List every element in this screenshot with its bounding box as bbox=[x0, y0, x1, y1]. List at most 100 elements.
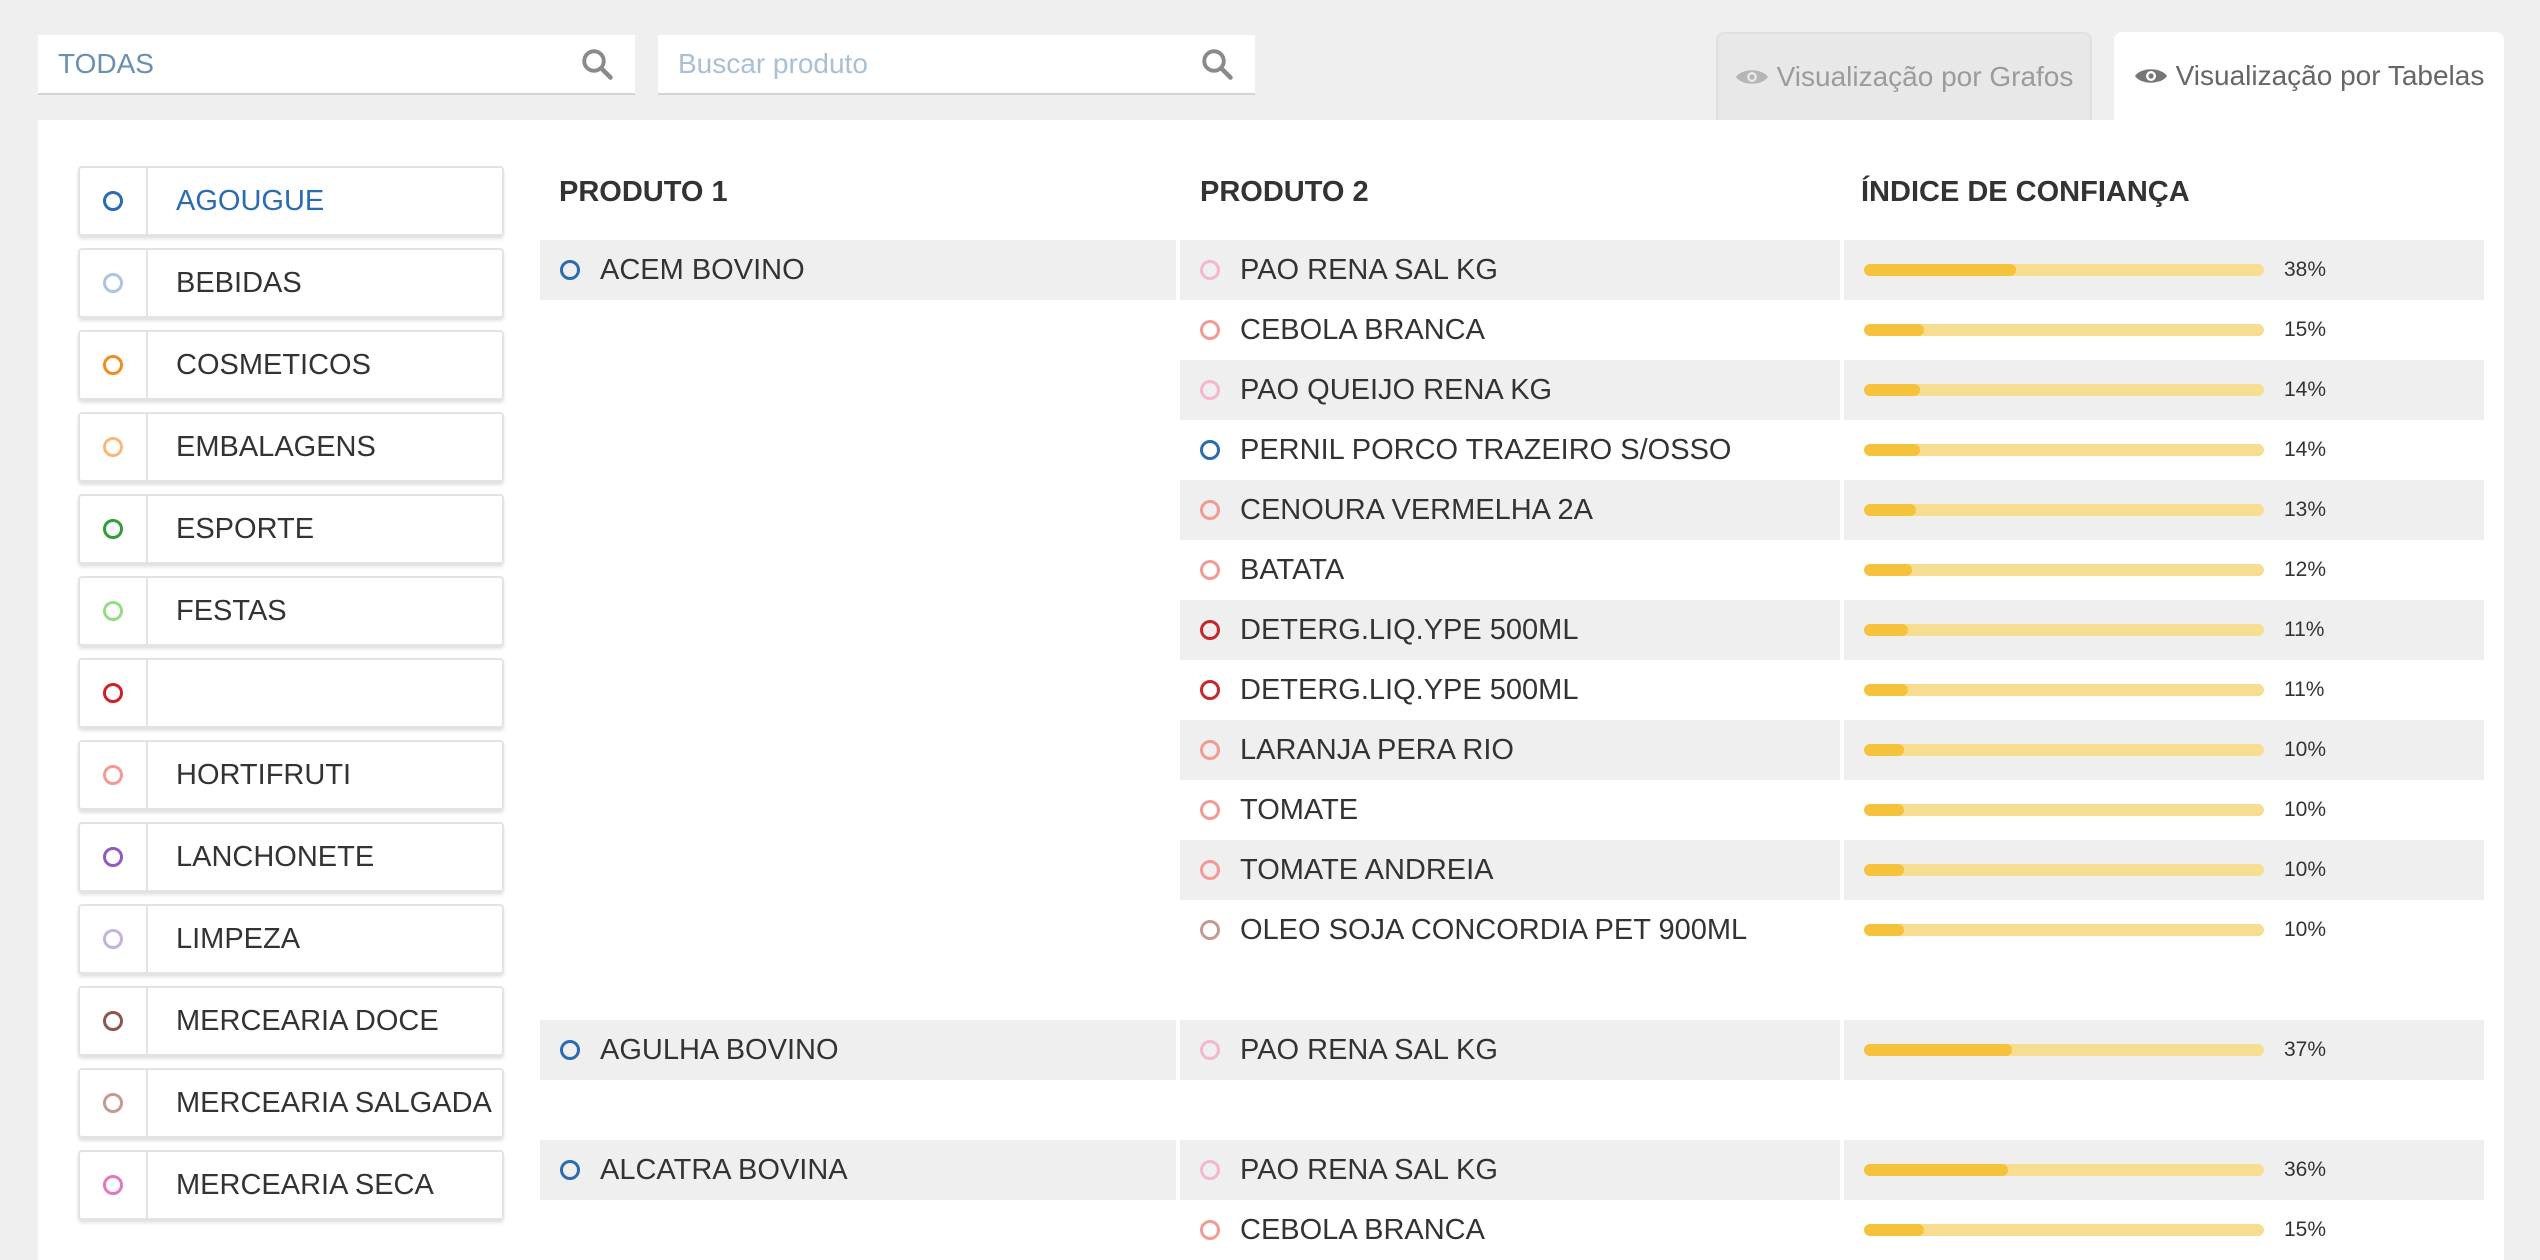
search-icon[interactable] bbox=[1199, 46, 1235, 82]
produto2-cell[interactable]: TOMATE bbox=[1180, 780, 1840, 840]
produto2-cell[interactable]: CEBOLA BRANCA bbox=[1180, 300, 1840, 360]
produto2-cell[interactable]: BATATA bbox=[1180, 540, 1840, 600]
circle-icon bbox=[1200, 800, 1220, 820]
category-label: HORTIFRUTI bbox=[176, 758, 352, 791]
category-item[interactable]: MERCEARIA SALGADA bbox=[78, 1068, 504, 1138]
produto2-name: CEBOLA BRANCA bbox=[1240, 313, 1485, 346]
produto2-cell[interactable]: DETERG.LIQ.YPE 500ML bbox=[1180, 600, 1840, 660]
confidence-bar bbox=[1864, 1044, 2264, 1056]
produto2-cell[interactable]: PERNIL PORCO TRAZEIRO S/OSSO bbox=[1180, 420, 1840, 480]
confidence-bar-fill bbox=[1864, 324, 1924, 336]
circle-icon bbox=[103, 437, 123, 457]
category-item[interactable]: AGOUGUE bbox=[78, 166, 504, 236]
table-row: PAO QUEIJO RENA KG 14% bbox=[540, 360, 2484, 420]
confidence-value: 36% bbox=[2284, 1158, 2327, 1181]
produto2-name: OLEO SOJA CONCORDIA PET 900ML bbox=[1240, 913, 1748, 946]
category-color-cell bbox=[80, 168, 148, 234]
confidence-value: 12% bbox=[2284, 558, 2327, 581]
produto2-cell[interactable]: LARANJA PERA RIO bbox=[1180, 720, 1840, 780]
produto1-name: AGULHA BOVINO bbox=[600, 1033, 839, 1066]
circle-icon bbox=[103, 1093, 123, 1113]
category-item[interactable]: FESTAS bbox=[78, 576, 504, 646]
confidence-bar-fill bbox=[1864, 864, 1904, 876]
confidence-cell: 15% bbox=[1844, 1200, 2484, 1260]
confidence-bar bbox=[1864, 804, 2264, 816]
category-list: AGOUGUE BEBIDAS COSMETICOS EMBALAGENS ESPORT… bbox=[78, 166, 504, 1232]
category-item[interactable]: BEBIDAS bbox=[78, 248, 504, 318]
produto2-name: DETERG.LIQ.YPE 500ML bbox=[1240, 613, 1579, 646]
category-item[interactable]: EMBALAGENS bbox=[78, 412, 504, 482]
produto2-cell[interactable]: TOMATE ANDREIA bbox=[1180, 840, 1840, 900]
produto2-cell[interactable]: CENOURA VERMELHA 2A bbox=[1180, 480, 1840, 540]
confidence-bar-fill bbox=[1864, 1164, 2008, 1176]
category-item[interactable]: LANCHONETE bbox=[78, 822, 504, 892]
produto2-cell[interactable]: PAO QUEIJO RENA KG bbox=[1180, 360, 1840, 420]
produto2-cell[interactable]: PAO RENA SAL KG bbox=[1180, 1140, 1840, 1200]
circle-icon bbox=[1200, 560, 1220, 580]
confidence-cell: 11% bbox=[1844, 660, 2484, 720]
produto2-name: PAO RENA SAL KG bbox=[1240, 1153, 1498, 1186]
confidence-bar-fill bbox=[1864, 924, 1904, 936]
category-item[interactable]: HORTIFRUTI bbox=[78, 740, 504, 810]
category-color-cell bbox=[80, 1070, 148, 1136]
category-color-cell bbox=[80, 332, 148, 398]
confidence-cell: 38% bbox=[1844, 240, 2484, 300]
tab-table-label: Visualização por Tabelas bbox=[2175, 60, 2485, 91]
circle-icon bbox=[560, 1160, 580, 1180]
confidence-bar-fill bbox=[1864, 804, 1904, 816]
produto1-cell[interactable]: ALCATRA BOVINA bbox=[540, 1140, 1176, 1200]
association-table: ACEM BOVINO PAO RENA SAL KG 38% CEBOLA BRAN… bbox=[540, 240, 2484, 1260]
circle-icon bbox=[1200, 1160, 1220, 1180]
table-row: CEBOLA BRANCA 15% bbox=[540, 300, 2484, 360]
category-item[interactable]: ESPORTE bbox=[78, 494, 504, 564]
category-label: LIMPEZA bbox=[176, 922, 301, 955]
product-search-input[interactable]: Buscar produto bbox=[658, 35, 1255, 95]
confidence-value: 10% bbox=[2284, 918, 2327, 941]
header-produto2: PRODUTO 2 bbox=[1200, 176, 1369, 208]
confidence-bar-fill bbox=[1864, 504, 1916, 516]
confidence-cell: 10% bbox=[1844, 900, 2484, 960]
circle-icon bbox=[103, 273, 123, 293]
produto2-name: CEBOLA BRANCA bbox=[1240, 1213, 1485, 1246]
produto2-cell[interactable]: PAO RENA SAL KG bbox=[1180, 1020, 1840, 1080]
category-item[interactable]: MERCEARIA DOCE bbox=[78, 986, 504, 1056]
confidence-value: 14% bbox=[2284, 438, 2327, 461]
table-row: LARANJA PERA RIO 10% bbox=[540, 720, 2484, 780]
tab-table-view[interactable]: Visualização por Tabelas bbox=[2114, 32, 2504, 120]
produto2-cell[interactable]: CEBOLA BRANCA bbox=[1180, 1200, 1840, 1260]
circle-icon bbox=[1200, 500, 1220, 520]
tab-graph-view[interactable]: Visualização por Grafos bbox=[1716, 32, 2092, 120]
circle-icon bbox=[103, 191, 123, 211]
category-item[interactable]: LIMPEZA bbox=[78, 904, 504, 974]
confidence-cell: 14% bbox=[1844, 420, 2484, 480]
category-item[interactable]: COSMETICOS bbox=[78, 330, 504, 400]
category-color-cell bbox=[80, 578, 148, 644]
confidence-bar bbox=[1864, 264, 2264, 276]
category-label: LANCHONETE bbox=[176, 840, 375, 873]
category-color-cell bbox=[80, 414, 148, 480]
category-item[interactable] bbox=[78, 658, 504, 728]
produto2-cell[interactable]: OLEO SOJA CONCORDIA PET 900ML bbox=[1180, 900, 1840, 960]
category-label: COSMETICOS bbox=[176, 348, 371, 381]
produto2-name: DETERG.LIQ.YPE 500ML bbox=[1240, 673, 1579, 706]
produto1-cell[interactable]: AGULHA BOVINO bbox=[540, 1020, 1176, 1080]
category-color-cell bbox=[80, 660, 148, 726]
circle-icon bbox=[103, 1011, 123, 1031]
category-label: MERCEARIA DOCE bbox=[176, 1004, 439, 1037]
eye-icon bbox=[2134, 69, 2167, 83]
produto2-cell[interactable]: DETERG.LIQ.YPE 500ML bbox=[1180, 660, 1840, 720]
category-color-cell bbox=[80, 824, 148, 890]
category-color-cell bbox=[80, 1152, 148, 1218]
category-search-input[interactable]: TODAS bbox=[38, 35, 635, 95]
confidence-value: 10% bbox=[2284, 858, 2327, 881]
table-row: CENOURA VERMELHA 2A 13% bbox=[540, 480, 2484, 540]
produto1-cell[interactable]: ACEM BOVINO bbox=[540, 240, 1176, 300]
search-icon[interactable] bbox=[579, 46, 615, 82]
produto2-cell[interactable]: PAO RENA SAL KG bbox=[1180, 240, 1840, 300]
produto2-name: LARANJA PERA RIO bbox=[1240, 733, 1514, 766]
confidence-cell: 10% bbox=[1844, 720, 2484, 780]
confidence-cell: 14% bbox=[1844, 360, 2484, 420]
category-item[interactable]: MERCEARIA SECA bbox=[78, 1150, 504, 1220]
